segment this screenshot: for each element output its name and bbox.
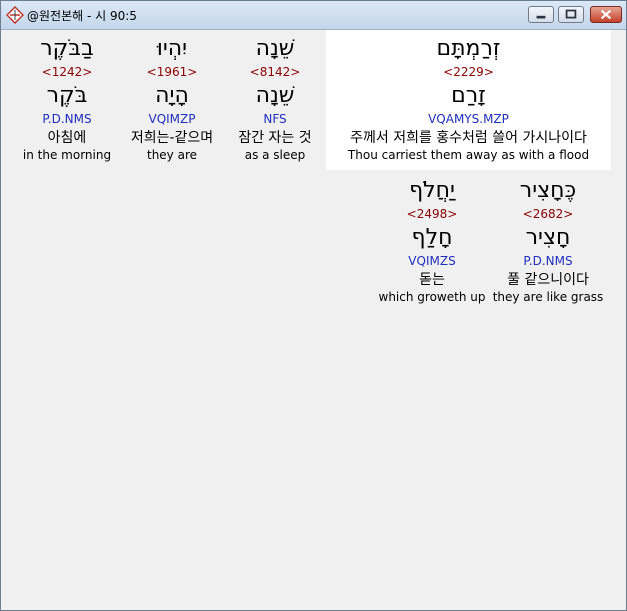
- english-gloss: they are like grass: [492, 290, 604, 304]
- strong-number[interactable]: <2498>: [377, 207, 487, 221]
- maximize-button[interactable]: [558, 6, 584, 23]
- app-window: @원전본해 - 시 90:5 בַבֹּקֶר <1242> בֹּקֶר P.…: [0, 0, 627, 611]
- english-gloss: as a sleep: [244, 148, 306, 162]
- hebrew-lemma: הָיָה: [155, 83, 189, 108]
- english-gloss: Thou carriest them away as with a flood: [347, 148, 590, 162]
- window-title: @원전본해 - 시 90:5: [27, 9, 137, 23]
- parse-code: P.D.NMS: [42, 112, 92, 126]
- korean-gloss: 돋는: [419, 272, 445, 288]
- strong-number[interactable]: <2229>: [326, 65, 611, 79]
- parse-code: VQAMYS.MZP: [428, 112, 509, 126]
- app-icon: [6, 6, 24, 24]
- parse-code: VQIMZP: [148, 112, 196, 126]
- hebrew-word[interactable]: יִהְיוּ: [121, 36, 223, 62]
- hebrew-lemma: חָצִיר: [525, 225, 571, 250]
- parse-code: P.D.NMS: [523, 254, 573, 268]
- korean-gloss: 잠간 자는 것: [238, 130, 312, 146]
- korean-gloss: 풀 같으니이다: [507, 272, 589, 288]
- hebrew-word[interactable]: יַחֲלֹף: [377, 178, 487, 204]
- minimize-icon: [536, 15, 546, 19]
- korean-gloss: 아침에: [47, 130, 87, 146]
- korean-gloss: 주께서 저희를 홍수처럼 쓸어 가시나이다: [350, 130, 587, 146]
- parse-code: VQIMZS: [408, 254, 456, 268]
- hebrew-lemma: בֹּקֶר: [46, 83, 88, 108]
- strong-number[interactable]: <1242>: [13, 65, 121, 79]
- hebrew-lemma: חָלַף: [411, 225, 453, 250]
- english-gloss: which groweth up: [378, 290, 486, 304]
- strong-number[interactable]: <8142>: [225, 65, 325, 79]
- close-button[interactable]: [590, 6, 622, 23]
- minimize-button[interactable]: [528, 6, 554, 23]
- hebrew-word[interactable]: זְרַמְתָּם: [326, 36, 611, 62]
- close-icon: [600, 9, 612, 20]
- hebrew-lemma: שֵׁנָה: [255, 83, 295, 108]
- strong-number[interactable]: <1961>: [121, 65, 223, 79]
- hebrew-word[interactable]: שֵׁנָה: [225, 36, 325, 62]
- english-gloss: they are: [146, 148, 197, 162]
- maximize-icon: [565, 9, 577, 19]
- parse-code: NFS: [263, 112, 287, 126]
- hebrew-word[interactable]: בַבֹּקֶר: [13, 36, 121, 62]
- korean-gloss: 저희는-같으며: [130, 130, 214, 146]
- strong-number[interactable]: <2682>: [491, 207, 605, 221]
- hebrew-word[interactable]: כֶּחָצִיר: [491, 178, 605, 204]
- hebrew-lemma: זָרַם: [451, 83, 486, 108]
- english-gloss: in the morning: [22, 148, 112, 162]
- interlinear-panel: בַבֹּקֶר <1242> בֹּקֶר P.D.NMS 아침에 in th…: [5, 30, 622, 606]
- title-bar[interactable]: @원전본해 - 시 90:5: [1, 1, 626, 30]
